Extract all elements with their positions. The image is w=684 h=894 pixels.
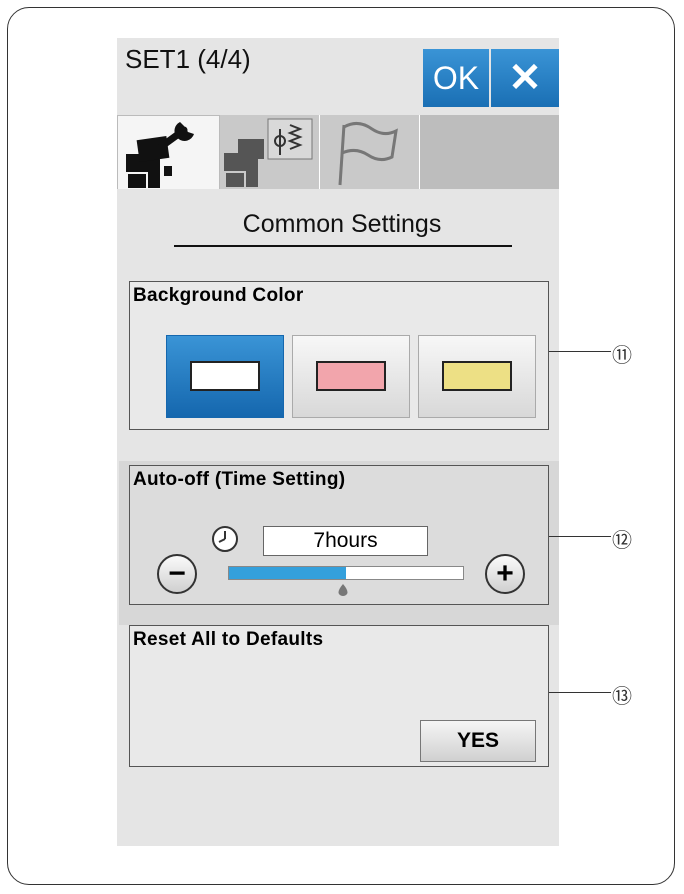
- reset-label: Reset All to Defaults: [133, 629, 324, 650]
- color-option-yellow[interactable]: [418, 335, 536, 418]
- callout-12: ⑫: [612, 528, 632, 552]
- machine-stitch-icon: [224, 118, 313, 187]
- page-title: SET1 (4/4): [125, 44, 251, 74]
- color-swatch: [316, 361, 386, 391]
- callout-line-13: [549, 692, 611, 693]
- time-slider[interactable]: [228, 566, 464, 580]
- tab-sewing-settings[interactable]: [220, 115, 320, 189]
- minus-icon: −: [168, 557, 186, 590]
- yes-button[interactable]: YES: [420, 720, 536, 762]
- auto-off-label: Auto-off (Time Setting): [133, 469, 346, 490]
- slider-marker-icon: [338, 584, 348, 596]
- tab-bar: [117, 115, 559, 189]
- color-option-white[interactable]: [166, 335, 284, 418]
- color-swatch: [442, 361, 512, 391]
- callout-line-12: [549, 536, 611, 537]
- flag-icon: [338, 122, 398, 186]
- plus-icon: +: [496, 557, 514, 590]
- auto-off-panel: Auto-off (Time Setting) 7hours − +: [129, 465, 549, 605]
- ok-button[interactable]: OK: [423, 49, 489, 107]
- callout-11: ⑪: [612, 343, 632, 367]
- close-icon: ✕: [508, 56, 542, 100]
- increase-button[interactable]: +: [485, 554, 525, 594]
- color-option-pink[interactable]: [292, 335, 410, 418]
- time-value: 7hours: [263, 526, 428, 556]
- decrease-button[interactable]: −: [157, 554, 197, 594]
- title-bar: SET1 (4/4) OK ✕: [117, 38, 559, 111]
- tab-empty: [420, 115, 559, 189]
- settings-screen: SET1 (4/4) OK ✕ Common Settings Backgrou…: [117, 38, 559, 846]
- section-title: Common Settings: [242, 210, 442, 238]
- section-underline: [174, 245, 512, 247]
- tab-common-settings[interactable]: [117, 115, 220, 189]
- callout-line-11: [549, 351, 611, 352]
- background-color-panel: Background Color: [129, 281, 549, 430]
- slider-fill: [229, 567, 346, 579]
- callout-13: ⑬: [612, 684, 632, 708]
- machine-wrench-icon: [126, 122, 194, 188]
- reset-panel: Reset All to Defaults YES: [129, 625, 549, 767]
- close-button[interactable]: ✕: [491, 49, 559, 107]
- clock-icon: [212, 526, 238, 552]
- tab-language[interactable]: [320, 115, 420, 189]
- color-swatch: [190, 361, 260, 391]
- background-color-label: Background Color: [133, 285, 304, 306]
